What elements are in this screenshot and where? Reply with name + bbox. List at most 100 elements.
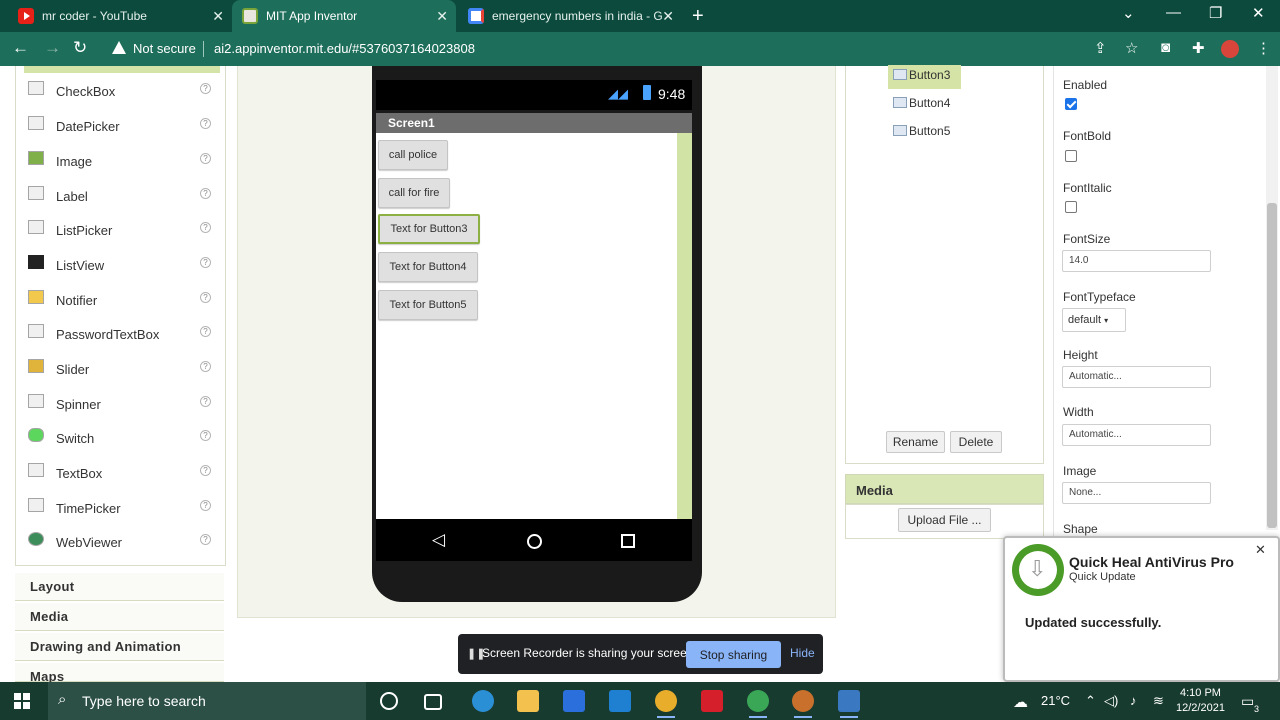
profile-avatar[interactable] xyxy=(1221,40,1239,58)
close-icon[interactable]: ✕ xyxy=(1255,542,1266,558)
palette-item-switch[interactable]: Switch ? xyxy=(16,428,227,462)
palette-item-passwordtextbox[interactable]: PasswordTextBox ? xyxy=(16,324,227,358)
share-icon[interactable]: ⇪ xyxy=(1094,39,1107,57)
store-icon[interactable] xyxy=(563,690,585,712)
new-tab-icon[interactable]: + xyxy=(692,5,704,28)
task-view-icon[interactable] xyxy=(424,694,442,710)
chrome-profile-icon[interactable] xyxy=(747,690,769,718)
component-item-button3[interactable]: Button3 xyxy=(893,68,950,82)
palette-item-slider[interactable]: Slider ? xyxy=(16,359,227,393)
palette-item-listpicker[interactable]: ListPicker ? xyxy=(16,220,227,254)
help-icon[interactable]: ? xyxy=(200,430,211,441)
palette-item-listview[interactable]: ListView ? xyxy=(16,255,227,289)
palette-item-timepicker[interactable]: TimePicker ? xyxy=(16,498,227,532)
recorder-app-icon[interactable] xyxy=(792,690,814,718)
close-tab-icon[interactable]: ✕ xyxy=(212,8,224,25)
forward-icon[interactable]: → xyxy=(44,38,61,58)
category-drawing-and-animation[interactable]: Drawing and Animation xyxy=(15,633,224,661)
fontitalic-checkbox[interactable] xyxy=(1065,201,1077,213)
enabled-checkbox[interactable] xyxy=(1065,98,1077,110)
screen-capture-icon[interactable]: ◙ xyxy=(1161,39,1170,56)
cortana-icon[interactable] xyxy=(380,692,398,710)
help-icon[interactable]: ? xyxy=(200,188,211,199)
speaker-icon[interactable]: ♪ xyxy=(1130,693,1137,708)
tab-mit-app-inventor[interactable]: MIT App Inventor ✕ xyxy=(232,0,456,32)
bookmark-star-icon[interactable]: ☆ xyxy=(1125,39,1138,57)
palette-item-datepicker[interactable]: DatePicker ? xyxy=(16,116,227,150)
width-input[interactable]: Automatic... xyxy=(1062,424,1211,446)
component-item-button4[interactable]: Button4 xyxy=(893,96,950,110)
menu-icon[interactable]: ⋮ xyxy=(1256,39,1271,57)
mock-button-call-for-fire[interactable]: call for fire xyxy=(378,178,450,208)
palette-item-label[interactable]: Label ? xyxy=(16,186,227,220)
hide-button[interactable]: Hide xyxy=(790,646,815,660)
component-item-button5[interactable]: Button5 xyxy=(893,124,950,138)
palette-item-image[interactable]: Image ? xyxy=(16,151,227,185)
mock-button-call-police[interactable]: call police xyxy=(378,140,448,170)
stop-sharing-button[interactable]: Stop sharing xyxy=(686,641,781,668)
minimize-icon[interactable]: — xyxy=(1166,4,1181,21)
help-icon[interactable]: ? xyxy=(200,465,211,476)
fonttypeface-select[interactable]: default ▾ xyxy=(1062,308,1126,332)
mock-button-5[interactable]: Text for Button5 xyxy=(378,290,478,320)
category-media[interactable]: Media xyxy=(15,603,224,631)
reload-icon[interactable]: ↻ xyxy=(73,38,87,58)
mock-button-4[interactable]: Text for Button4 xyxy=(378,252,478,282)
help-icon[interactable]: ? xyxy=(200,500,211,511)
wifi-icon[interactable]: ≋ xyxy=(1153,693,1164,709)
help-icon[interactable]: ? xyxy=(200,326,211,337)
extensions-icon[interactable]: ✚ xyxy=(1192,39,1205,57)
upload-file-button[interactable]: Upload File ... xyxy=(898,508,991,532)
mail-icon[interactable] xyxy=(609,690,631,712)
windows-start-icon[interactable] xyxy=(14,693,30,709)
properties-scrollbar[interactable] xyxy=(1266,66,1278,530)
action-center-icon[interactable]: ▭ xyxy=(1241,693,1254,710)
weather-temp[interactable]: 21°C xyxy=(1041,693,1070,708)
weather-icon[interactable]: ☁ xyxy=(1013,693,1028,711)
help-icon[interactable]: ? xyxy=(200,292,211,303)
file-explorer-icon[interactable] xyxy=(517,690,539,712)
security-label[interactable]: Not secure xyxy=(133,41,196,56)
help-icon[interactable]: ? xyxy=(200,118,211,129)
height-input[interactable]: Automatic... xyxy=(1062,366,1211,388)
category-layout[interactable]: Layout xyxy=(15,573,224,601)
close-window-icon[interactable]: ✕ xyxy=(1252,4,1265,22)
taskbar-search[interactable]: ⌕ Type here to search xyxy=(48,682,366,720)
volume-icon[interactable]: ◁) xyxy=(1104,693,1118,709)
fontsize-input[interactable]: 14.0 xyxy=(1062,250,1211,272)
close-tab-icon[interactable]: ✕ xyxy=(662,8,674,25)
palette-item-checkbox[interactable]: CheckBox ? xyxy=(16,81,227,115)
rename-button[interactable]: Rename xyxy=(886,431,945,453)
delete-button[interactable]: Delete xyxy=(950,431,1002,453)
url-text[interactable]: ai2.appinventor.mit.edu/#537603716402380… xyxy=(214,41,475,56)
taskbar-clock[interactable]: 4:10 PM 12/2/2021 xyxy=(1176,686,1225,716)
help-icon[interactable]: ? xyxy=(200,153,211,164)
app-red-icon[interactable] xyxy=(701,690,723,712)
help-icon[interactable]: ? xyxy=(200,257,211,268)
edge-icon[interactable] xyxy=(472,690,494,712)
category-maps[interactable]: Maps xyxy=(15,663,224,684)
help-icon[interactable]: ? xyxy=(200,83,211,94)
tab-google-search[interactable]: emergency numbers in india - G ✕ xyxy=(458,0,682,32)
image-input[interactable]: None... xyxy=(1062,482,1211,504)
help-icon[interactable]: ? xyxy=(200,396,211,407)
palette-item-spinner[interactable]: Spinner ? xyxy=(16,394,227,428)
help-icon[interactable]: ? xyxy=(200,361,211,372)
screen-recorder-icon[interactable] xyxy=(838,690,860,718)
tray-chevron-icon[interactable]: ⌃ xyxy=(1085,693,1096,709)
help-icon[interactable]: ? xyxy=(200,534,211,545)
back-icon[interactable]: ← xyxy=(12,38,29,58)
height-label: Height xyxy=(1063,348,1098,362)
palette-item-webviewer[interactable]: WebViewer ? xyxy=(16,532,227,566)
palette-item-notifier[interactable]: Notifier ? xyxy=(16,290,227,324)
tab-search-icon[interactable]: ⌄ xyxy=(1122,4,1135,22)
chrome-icon[interactable] xyxy=(655,690,677,718)
fontbold-checkbox[interactable] xyxy=(1065,150,1077,162)
mock-button-3[interactable]: Text for Button3 xyxy=(378,214,480,244)
help-icon[interactable]: ? xyxy=(200,222,211,233)
palette-item-textbox[interactable]: TextBox ? xyxy=(16,463,227,497)
tab-youtube[interactable]: mr coder - YouTube ✕ xyxy=(8,0,232,32)
close-tab-icon[interactable]: ✕ xyxy=(436,8,448,25)
scrollbar-thumb[interactable] xyxy=(1267,203,1277,528)
maximize-icon[interactable]: ❐ xyxy=(1209,4,1222,22)
